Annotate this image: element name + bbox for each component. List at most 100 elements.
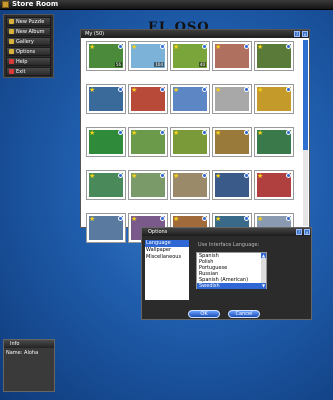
exit-icon xyxy=(9,69,14,74)
menu-new-album[interactable]: New Album xyxy=(6,27,51,36)
star-icon: ★ xyxy=(257,215,264,223)
puzzle-thumbnail[interactable]: ★ xyxy=(254,84,294,114)
info-pin-icon[interactable] xyxy=(202,87,207,92)
language-label: Use Interface Language: xyxy=(198,242,260,248)
info-pin-icon[interactable] xyxy=(286,87,291,92)
info-pin-icon[interactable] xyxy=(118,87,123,92)
puzzle-thumbnail[interactable]: ★ xyxy=(254,41,294,71)
puzzle-thumbnail[interactable]: ★ xyxy=(128,170,168,200)
puzzle-thumbnail[interactable]: ★ 104 xyxy=(128,41,168,71)
puzzle-thumbnail[interactable]: ★ xyxy=(128,84,168,114)
info-pin-icon[interactable] xyxy=(202,130,207,135)
piece-count-badge: 56 xyxy=(114,62,122,67)
info-pin-icon[interactable] xyxy=(244,44,249,49)
info-pin-icon[interactable] xyxy=(202,216,207,221)
star-icon: ★ xyxy=(257,129,264,137)
info-pin-icon[interactable] xyxy=(118,216,123,221)
piece-count-badge: 104 xyxy=(154,62,164,67)
album-window: My (50) ? × ★ 56 ★ 104 ★ 40 ★ ★ ★ ★ ★ ★ ★ ★ ★ ★ ★ ★ ★ ★ ★ ★ ★ ★… xyxy=(80,29,310,243)
options-dialog: Options ? × Language Wallpaper Miscellan… xyxy=(141,227,312,320)
star-icon: ★ xyxy=(131,172,138,180)
star-icon: ★ xyxy=(89,172,96,180)
puzzle-thumbnail[interactable]: ★ xyxy=(170,84,210,114)
info-pin-icon[interactable] xyxy=(160,44,165,49)
category-miscellaneous[interactable]: Miscellaneous xyxy=(145,254,189,261)
help-button[interactable]: ? xyxy=(294,31,300,37)
menu-options[interactable]: Options xyxy=(6,47,51,56)
puzzle-thumbnail[interactable]: ★ xyxy=(254,170,294,200)
info-pin-icon[interactable] xyxy=(160,216,165,221)
scroll-down-icon[interactable]: ▼ xyxy=(261,283,266,288)
info-pin-icon[interactable] xyxy=(118,44,123,49)
info-pin-icon[interactable] xyxy=(160,173,165,178)
puzzle-thumbnail[interactable]: ★ xyxy=(128,127,168,157)
info-pin-icon[interactable] xyxy=(244,130,249,135)
puzzle-thumbnail[interactable]: ★ xyxy=(212,84,252,114)
info-pin-icon[interactable] xyxy=(160,130,165,135)
category-language[interactable]: Language xyxy=(145,240,189,247)
options-category-list[interactable]: Language Wallpaper Miscellaneous xyxy=(145,240,189,300)
star-icon: ★ xyxy=(89,43,96,51)
star-icon: ★ xyxy=(173,172,180,180)
menu-exit[interactable]: Exit xyxy=(6,67,51,76)
info-panel: Info Name: Aloha xyxy=(3,339,55,392)
info-pin-icon[interactable] xyxy=(244,173,249,178)
language-option-selected[interactable]: Swedish xyxy=(197,283,266,289)
puzzle-thumbnail[interactable]: ★ xyxy=(212,127,252,157)
puzzle-thumbnail[interactable]: ★ xyxy=(212,41,252,71)
info-pin-icon[interactable] xyxy=(118,173,123,178)
star-icon: ★ xyxy=(257,43,264,51)
puzzle-thumbnail[interactable]: ★ xyxy=(86,213,126,243)
info-pin-icon[interactable] xyxy=(244,87,249,92)
cancel-button[interactable]: Cancel xyxy=(228,310,260,318)
close-button[interactable]: × xyxy=(302,31,308,37)
puzzle-thumbnail[interactable]: ★ 40 xyxy=(170,41,210,71)
info-pin-icon[interactable] xyxy=(118,130,123,135)
options-close-button[interactable]: × xyxy=(304,229,310,235)
info-pin-icon[interactable] xyxy=(286,173,291,178)
window-title: Store Room xyxy=(12,0,59,8)
scroll-up-icon[interactable]: ▲ xyxy=(261,253,266,258)
app-icon xyxy=(2,1,9,8)
star-icon: ★ xyxy=(89,215,96,223)
info-pin-icon[interactable] xyxy=(202,44,207,49)
puzzle-thumbnail[interactable]: ★ xyxy=(86,170,126,200)
info-pin-icon[interactable] xyxy=(286,216,291,221)
info-pin-icon[interactable] xyxy=(202,173,207,178)
puzzle-thumbnail[interactable]: ★ xyxy=(170,127,210,157)
star-icon: ★ xyxy=(215,129,222,137)
title-bar: Store Room xyxy=(0,0,333,10)
info-pin-icon[interactable] xyxy=(286,130,291,135)
info-pin-icon[interactable] xyxy=(286,44,291,49)
ok-button[interactable]: OK xyxy=(188,310,220,318)
menu-new-puzzle[interactable]: New Puzzle xyxy=(6,17,51,26)
star-icon: ★ xyxy=(173,43,180,51)
album-scrollbar[interactable] xyxy=(303,40,308,226)
info-titlebar: Info xyxy=(4,340,54,348)
language-scrollbar[interactable]: ▲ ▼ xyxy=(261,253,266,288)
menu-gallery[interactable]: Gallery xyxy=(6,37,51,46)
puzzle-thumbnail[interactable]: ★ xyxy=(212,170,252,200)
puzzle-thumbnail[interactable]: ★ xyxy=(86,84,126,114)
star-icon: ★ xyxy=(131,215,138,223)
star-icon: ★ xyxy=(215,172,222,180)
album-window-title: My (50) xyxy=(85,31,105,37)
puzzle-thumbnail[interactable]: ★ xyxy=(254,127,294,157)
puzzle-thumbnail[interactable]: ★ 56 xyxy=(86,41,126,71)
info-title: Info xyxy=(10,341,20,347)
info-pin-icon[interactable] xyxy=(244,216,249,221)
gear-icon xyxy=(9,49,14,54)
puzzle-thumbnail[interactable]: ★ xyxy=(86,127,126,157)
help-icon xyxy=(9,59,14,64)
category-wallpaper[interactable]: Wallpaper xyxy=(145,247,189,254)
info-pin-icon[interactable] xyxy=(160,87,165,92)
scrollbar-thumb[interactable] xyxy=(303,40,308,150)
star-icon: ★ xyxy=(131,43,138,51)
album-window-titlebar: My (50) ? × xyxy=(81,30,309,38)
menu-help[interactable]: Help xyxy=(6,57,51,66)
gallery-icon xyxy=(9,39,14,44)
puzzle-thumbnail[interactable]: ★ xyxy=(170,170,210,200)
options-help-button[interactable]: ? xyxy=(296,229,302,235)
language-list[interactable]: Spanish Polish Portuguese Russian Spanis… xyxy=(196,252,267,289)
star-icon: ★ xyxy=(89,86,96,94)
